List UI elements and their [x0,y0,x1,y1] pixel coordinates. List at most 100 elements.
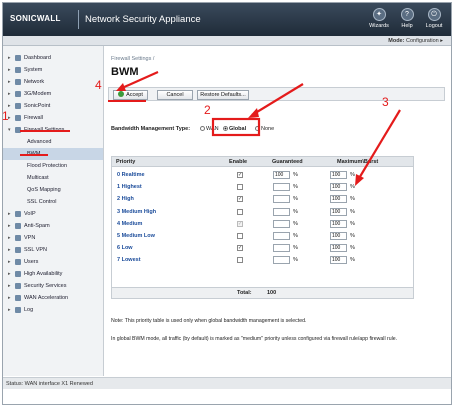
enable-checkbox[interactable]: ✓ [237,196,243,203]
expand-arrow-icon: ▸ [8,79,11,85]
sidebar-item-dashboard[interactable]: ▸ Dashboard [3,52,103,64]
sidebar-item-ssl-vpn[interactable]: ▸ SSL VPN [3,244,103,256]
help-button[interactable]: ? Help [396,8,418,29]
enable-checkbox[interactable] [237,257,243,264]
total-value: 100 [267,290,277,296]
sidebar-item-vpn[interactable]: ▸ VPN [3,232,103,244]
burst-input[interactable]: 100 [330,244,347,253]
sidebar-item-3g-modem[interactable]: ▸ 3G/Modem [3,88,103,100]
sidebar-item-flood-protection[interactable]: Flood Protection [3,160,103,172]
enable-checkbox[interactable] [237,184,243,191]
sidebar-item-security-services[interactable]: ▸ Security Services [3,280,103,292]
priority-link[interactable]: 7 Lowest [117,254,141,266]
enable-checkbox[interactable] [237,233,243,239]
sidebar-item-system[interactable]: ▸ System [3,64,103,76]
burst-input[interactable]: 100 [330,232,347,240]
sidebar-item-high-availability[interactable]: ▸ High Availability [3,268,103,280]
logout-icon: ⏻ [427,8,441,21]
priority-link[interactable]: 2 High [117,193,134,205]
sidebar-item-label: Security Services [24,283,67,289]
sonicwall-logo: SONICWALL [10,14,61,23]
sidebar-item-wan-acceleration[interactable]: ▸ WAN Acceleration [3,292,103,304]
radio-none[interactable]: None [255,126,274,132]
priority-link[interactable]: 5 Medium Low [117,230,155,242]
guaranteed-input[interactable] [273,195,290,204]
sidebar-item-firewall[interactable]: ▸ Firewall [3,112,103,124]
sidebar-item-anti-spam[interactable]: ▸ Anti-Spam [3,220,103,232]
table-row: 4 Medium ✓ % 100% [112,218,413,230]
header-bar: SONICWALL Network Security Appliance ✦ W… [3,3,451,36]
guaranteed-input[interactable] [273,183,290,192]
sidebar-item-bwm[interactable]: BWM [3,148,103,160]
priority-table: Priority Enable Guaranteed Maximum\Burst… [111,156,414,299]
radio-label: None [261,126,275,132]
sidebar-item-qos-mapping[interactable]: QoS Mapping [3,184,103,196]
log-icon [15,307,21,313]
burst-input[interactable]: 100 [330,183,347,192]
guaranteed-input[interactable] [273,207,290,216]
priority-link[interactable]: 0 Realtime [117,169,145,181]
sidebar-item-log[interactable]: ▸ Log [3,304,103,316]
breadcrumb[interactable]: Firewall Settings / [111,56,154,62]
security-services-icon [15,283,21,289]
sidebar: ▸ Dashboard ▸ System ▸ Network ▸ 3G/Modem ▸ S… [3,46,104,376]
wizards-button[interactable]: ✦ Wizards [368,8,390,29]
sidebar-item-network[interactable]: ▸ Network [3,76,103,88]
table-row: 2 High ✓ % 100% [112,193,413,205]
expand-arrow-icon: ▸ [8,259,11,265]
accept-button[interactable]: Accept [113,90,148,100]
sidebar-item-label: Log [24,307,34,313]
mode-selector[interactable]: Mode: Configuration ▸ [388,38,443,44]
burst-input[interactable]: 100 [330,207,347,216]
pct-label: % [350,184,355,191]
enable-checkbox[interactable]: ✓ [237,172,243,178]
sidebar-item-multicast[interactable]: Multicast [3,172,103,184]
action-bar: Accept Cancel Restore Defaults... [108,87,445,101]
total-label: Total: [237,290,252,296]
priority-link[interactable]: 4 Medium [117,218,142,230]
radio-selected-icon [223,126,228,131]
guaranteed-input[interactable] [273,244,290,253]
sidebar-item-firewall-settings[interactable]: ▾ Firewall Settings [3,124,103,136]
sidebar-item-advanced[interactable]: Advanced [3,136,103,148]
sidebar-item-voip[interactable]: ▸ VoIP [3,208,103,220]
sidebar-item-label: SonicPoint [24,103,51,109]
radio-global[interactable]: Global [223,126,246,132]
status-bar: Status: WAN interface X1 Renewed [3,377,451,389]
guaranteed-input[interactable] [273,219,290,228]
sidebar-item-sonicpoint[interactable]: ▸ SonicPoint [3,100,103,112]
high-availability-icon [15,271,21,277]
sidebar-item-ssl-control[interactable]: SSL Control [3,196,103,208]
priority-link[interactable]: 1 Highest [117,181,142,193]
enable-checkbox[interactable] [237,208,243,215]
burst-input[interactable]: 100 [330,171,347,179]
help-icon: ? [400,8,414,21]
enable-checkbox[interactable]: ✓ [237,245,243,252]
burst-input[interactable]: 100 [330,219,347,228]
voip-icon [15,211,21,217]
bwm-type-label: Bandwidth Management Type: [111,126,191,132]
col-priority: Priority [116,159,136,165]
dashboard-icon [15,55,21,61]
expand-arrow-icon: ▸ [8,235,11,241]
table-row: 5 Medium Low % 100% [112,230,413,242]
table-row: 1 Highest % 100% [112,181,413,193]
logout-button[interactable]: ⏻ Logout [423,8,445,29]
priority-link[interactable]: 6 Low [117,242,133,254]
guaranteed-input[interactable]: 100 [273,171,290,179]
sidebar-item-label: SSL VPN [24,247,48,253]
pct-label: % [293,233,298,239]
cancel-button[interactable]: Cancel [157,90,193,100]
pct-label: % [293,257,298,264]
sidebar-item-users[interactable]: ▸ Users [3,256,103,268]
guaranteed-input[interactable] [273,256,290,265]
burst-input[interactable]: 100 [330,195,347,204]
sidebar-item-label: System [24,67,43,73]
sidebar-item-label: WAN Acceleration [24,295,69,301]
pct-label: % [350,257,355,264]
burst-input[interactable]: 100 [330,256,347,265]
guaranteed-input[interactable] [273,232,290,240]
restore-defaults-button[interactable]: Restore Defaults... [197,90,249,100]
radio-wan[interactable]: WAN [200,126,219,132]
priority-link[interactable]: 3 Medium High [117,206,156,218]
